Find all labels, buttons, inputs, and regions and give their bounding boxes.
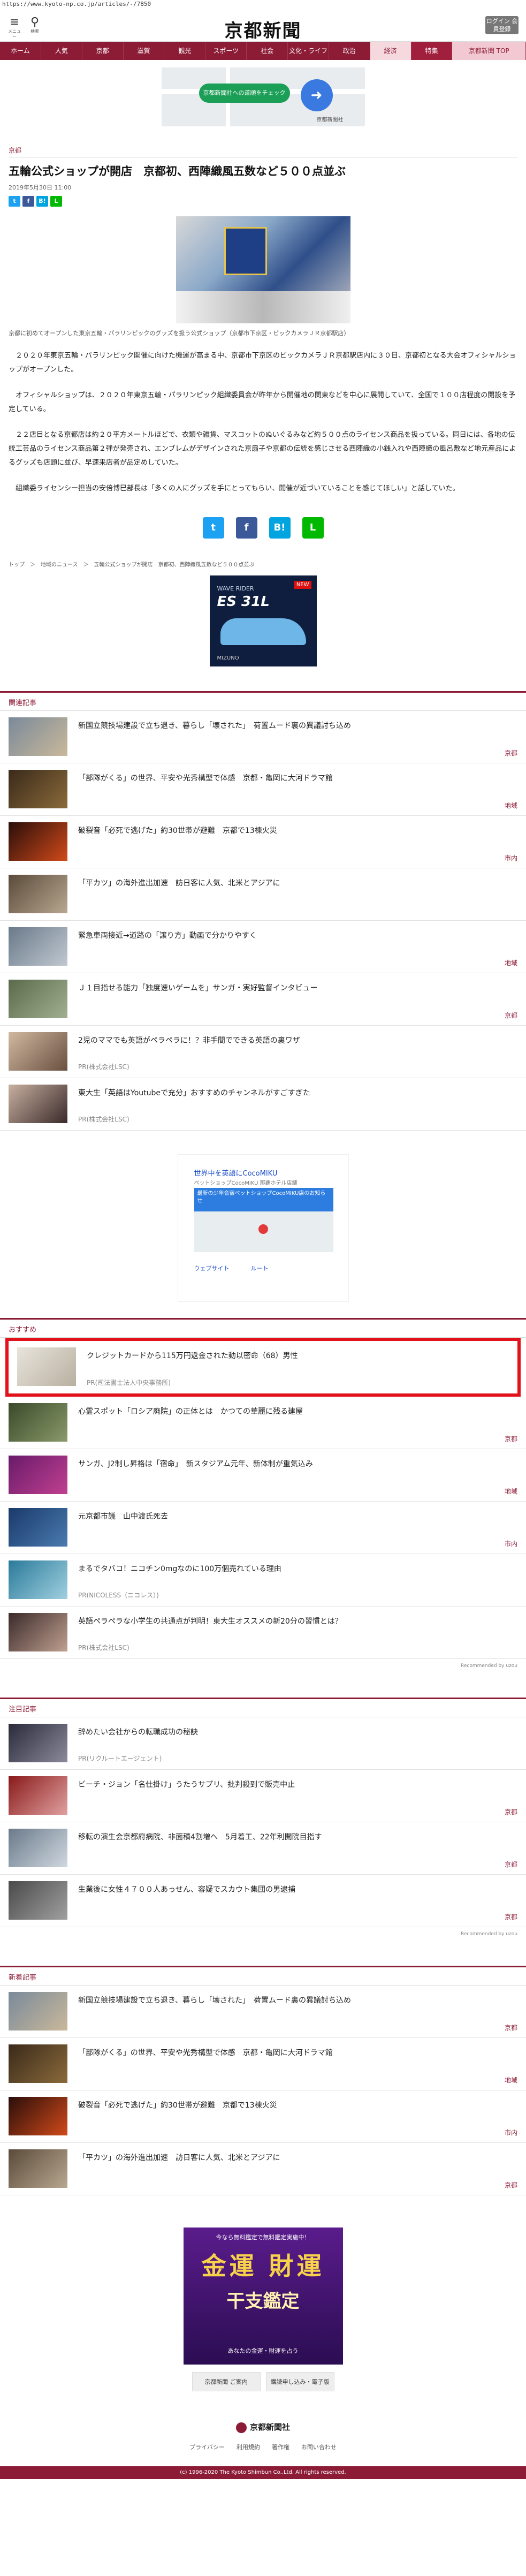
line-icon[interactable]: L — [50, 196, 62, 207]
article-paragraph: ２０２０年東京五輪・パラリンピック開催に向けた機運が高まる中、京都市下京区のビッ… — [9, 352, 516, 374]
facebook-icon[interactable]: f — [22, 196, 34, 207]
list-item[interactable]: 破裂音「必死で逃げた」約30世帯が避難 京都で13棟火災 市内 — [0, 816, 526, 868]
notice-list: 辞めたい会社からの転職成功の秘訣 PR(リクルートエージェント) ビーチ・ジョン「… — [0, 1717, 526, 1927]
list-item[interactable]: 「部隊がくる」の世界、平安や光秀構型で体感 京都・亀岡に大河ドラマ館 地域 — [0, 2038, 526, 2090]
list-item[interactable]: Ｊ１目指せる能力「独度速いゲームを」サンガ・実好監督インタビュー 京都 — [0, 973, 526, 1026]
notice-credit[interactable]: Recommended by uzou — [0, 1927, 526, 1941]
highlighted-item: クレジットカードから115万円返金された動以密命（68）男性 PR(司法書士法人中… — [5, 1338, 521, 1397]
footer-links: プライバシー 利用規約 著作権 お問い合わせ — [0, 2443, 526, 2451]
route-button[interactable]: ルート — [251, 1264, 269, 1272]
nav-item[interactable]: 経済 — [370, 42, 411, 60]
article-title: 五輪公式ショップが開店 京都初、西陣織風五数など５００点並ぶ — [9, 165, 346, 178]
google-map-ad[interactable]: 世界中を英語にCocoMIKU ペットショップCocoMIKU 那覇ホテル店舗 … — [177, 1154, 349, 1302]
nav-item[interactable]: スポーツ — [205, 42, 247, 60]
login-button[interactable]: ログイン 会員登録 — [485, 16, 519, 34]
shoe-ad[interactable]: WAVE RIDER ES 31L NEW MIZUNO — [209, 575, 317, 666]
notice-heading: 注目記事 — [0, 1698, 526, 1717]
copyright: (c) 1996-2020 The Kyoto Shimbun Co.,Ltd.… — [0, 2466, 526, 2479]
nav-item[interactable]: 政治 — [329, 42, 370, 60]
recommend-credit[interactable]: Recommended by uzou — [0, 1659, 526, 1673]
footer-button[interactable]: 購読申し込み・電子版 — [265, 2372, 334, 2391]
line-icon[interactable]: L — [302, 517, 324, 539]
hatena-icon[interactable]: B! — [36, 196, 48, 207]
footer-link[interactable]: プライバシー — [189, 2443, 225, 2451]
list-item[interactable]: 破裂音「必死で逃げた」約30世帯が避難 京都で13棟火災 市内 — [0, 2090, 526, 2143]
hatena-icon[interactable]: B! — [269, 517, 291, 539]
nav-item[interactable]: 滋賀 — [124, 42, 165, 60]
list-item[interactable]: 「平カツ」の海外進出加速 訪日客に人気、北米とアジアに 京都 — [0, 2143, 526, 2195]
list-item[interactable]: 東大生「英語はYoutubeで充分」おすすめのチャンネルがすごすぎた PR(株式会… — [0, 1078, 526, 1131]
list-item[interactable]: サンガ、J2制し昇格は「宿命」 新スタジアム元年、新体制が重気込み 地域 — [0, 1449, 526, 1502]
nav-item[interactable]: 文化・ライフ — [288, 42, 329, 60]
article-category[interactable]: 京都 — [9, 146, 517, 157]
list-item[interactable]: ビーチ・ジョン「名仕掛け」うたうサプリ、批判殺到で販売中止 京都 — [0, 1770, 526, 1822]
footer-link[interactable]: 著作権 — [272, 2443, 289, 2451]
list-item[interactable]: 移転の演生会京都府病院、非面積4割増へ 5月着工、22年利開院目指す 京都 — [0, 1822, 526, 1875]
list-item[interactable]: 元京都市議 山中渡氏死去 市内 — [0, 1502, 526, 1554]
recommend-heading: おすすめ — [0, 1318, 526, 1338]
nav-item[interactable]: 社会 — [247, 42, 288, 60]
site-header: ≡ メニュー ⚲ 検索 京都新聞 ログイン 会員登録 — [0, 9, 526, 42]
nav-item[interactable]: ホーム — [0, 42, 41, 60]
nav-item[interactable]: 京都 — [82, 42, 124, 60]
related-list: 新国立競技場建設で立ち退き、暮らし「壊された」 荷置ムード裏の異議討ち込め 京都 … — [0, 711, 526, 1131]
article-paragraph: オフィシャルショップは、２０２０年東京五輪・パラリンピック組織委員会が昨年から開… — [9, 391, 516, 413]
breadcrumb[interactable]: トップ ＞ 地域のニュース ＞ 五輪公式ショップが開店 京都初、西陣織風五数など… — [9, 560, 517, 568]
ad-route-button[interactable]: 京都新聞社への道順をチェック — [199, 84, 290, 103]
list-item[interactable]: 英語ペラペラな小学生の共通点が判明！東大生オススメの新20分の習慣とは？ PR(株… — [0, 1607, 526, 1659]
nav-item[interactable]: 観光 — [164, 42, 206, 60]
list-item[interactable]: 「部隊がくる」の世界、平安や光秀構型で体感 京都・亀岡に大河ドラマ館 地域 — [0, 763, 526, 816]
directions-icon[interactable]: ➜ — [300, 79, 333, 111]
article-body: ２０２０年東京五輪・パラリンピック開催に向けた機運が高まる中、京都市下京区のビッ… — [9, 349, 517, 496]
recommend-list: クレジットカードから115万円返金された動以密命（68）男性 PR(司法書士法人中… — [0, 1338, 526, 1659]
article-date: 2019年5月30日 11:00 — [9, 184, 72, 191]
newest-heading: 新着記事 — [0, 1966, 526, 1986]
list-item[interactable]: 緊急車両接近→道路の「譲り方」動画で分かりやすく 地域 — [0, 921, 526, 973]
list-item[interactable]: 2児のママでも英語がペラペラに！？非手間でできる英語の裏ワザ PR(株式会社LSC… — [0, 1026, 526, 1078]
list-item[interactable]: まるでタバコ！ニコチン0mgなのに100万個売れている理由 PR(NICOLESS… — [0, 1554, 526, 1607]
website-button[interactable]: ウェブサイト — [194, 1264, 230, 1272]
share-bar-small: t f B! L — [9, 196, 517, 207]
list-item[interactable]: 新国立競技場建設で立ち退き、暮らし「壊された」 荷置ムード裏の異議討ち込め 京都 — [0, 711, 526, 763]
list-item[interactable]: クレジットカードから115万円返金された動以密命（68）男性 PR(司法書士法人中… — [9, 1341, 517, 1393]
facebook-icon[interactable]: f — [235, 517, 257, 539]
article-paragraph: ２２店目となる京都店は約２０平方メートルほどで、衣類や雑貨、マスコットのぬいぐる… — [9, 431, 516, 467]
list-item[interactable]: 「平カツ」の海外進出加速 訪日客に人気、北米とアジアに — [0, 868, 526, 921]
related-heading: 関連記事 — [0, 691, 526, 711]
footer-buttons: 京都新聞 ご案内 購読申し込み・電子版 — [0, 2372, 526, 2391]
twitter-icon[interactable]: t — [9, 196, 20, 207]
article-paragraph: 組織委ライセンシー担当の安倍博巳部長は「多くの人にグッズを手にとってもらい、開催… — [16, 484, 460, 493]
list-item[interactable]: 心霊スポット「ロシア廃院」の正体とは かつての華麗に残る建屋 京都 — [0, 1397, 526, 1449]
list-item[interactable]: 辞めたい会社からの転職成功の秘訣 PR(リクルートエージェント) — [0, 1717, 526, 1770]
fortune-ad[interactable]: 今なら無料鑑定で無料鑑定実施中！ 金運 財運 干支鑑定 あなたの金運・財運を占う — [183, 2228, 343, 2365]
photo-caption: 京都に初めてオープンした東京五輪・パラリンピックのグッズを扱う公式ショップ（京都… — [9, 330, 350, 337]
footer-link[interactable]: 利用規約 — [237, 2443, 260, 2451]
site-logo[interactable]: 京都新聞 — [0, 16, 526, 42]
list-item[interactable]: 生業後に女性４７００人あっせん、容疑でスカウト集団の男逮捕 京都 — [0, 1875, 526, 1927]
newest-list: 新国立競技場建設で立ち退き、暮らし「壊された」 荷置ムード裏の異議討ち込め 京都 … — [0, 1986, 526, 2195]
url-bar[interactable]: https://www.kyoto-np.co.jp/articles/-/78… — [0, 0, 526, 9]
ad-label: 京都新聞社 — [316, 117, 344, 123]
footer-link[interactable]: お問い合わせ — [301, 2443, 337, 2451]
twitter-icon[interactable]: t — [202, 517, 224, 539]
nav-item[interactable]: 京都新聞 TOP — [452, 42, 526, 60]
map-pin-icon — [258, 1224, 268, 1234]
article-photo — [176, 216, 350, 323]
nav-item[interactable]: 人気 — [41, 42, 82, 60]
footer-button[interactable]: 京都新聞 ご案内 — [192, 2372, 261, 2391]
global-nav: ホーム 人気 京都 滋賀 観光 スポーツ 社会 文化・ライフ 政治 経済 特集 … — [0, 42, 526, 60]
nav-item[interactable]: 特集 — [411, 42, 453, 60]
company-logo-icon — [235, 2422, 247, 2433]
list-item[interactable]: 新国立競技場建設で立ち退き、暮らし「壊された」 荷置ムード裏の異議討ち込め 京都 — [0, 1986, 526, 2038]
shoe-image — [220, 618, 306, 645]
footer-logo[interactable]: 京都新聞社 — [0, 2421, 526, 2433]
share-bar-large: t f B! L — [9, 517, 517, 539]
map-ad[interactable]: 京都新聞社への道順をチェック ➜ 京都新聞社 — [161, 67, 365, 126]
